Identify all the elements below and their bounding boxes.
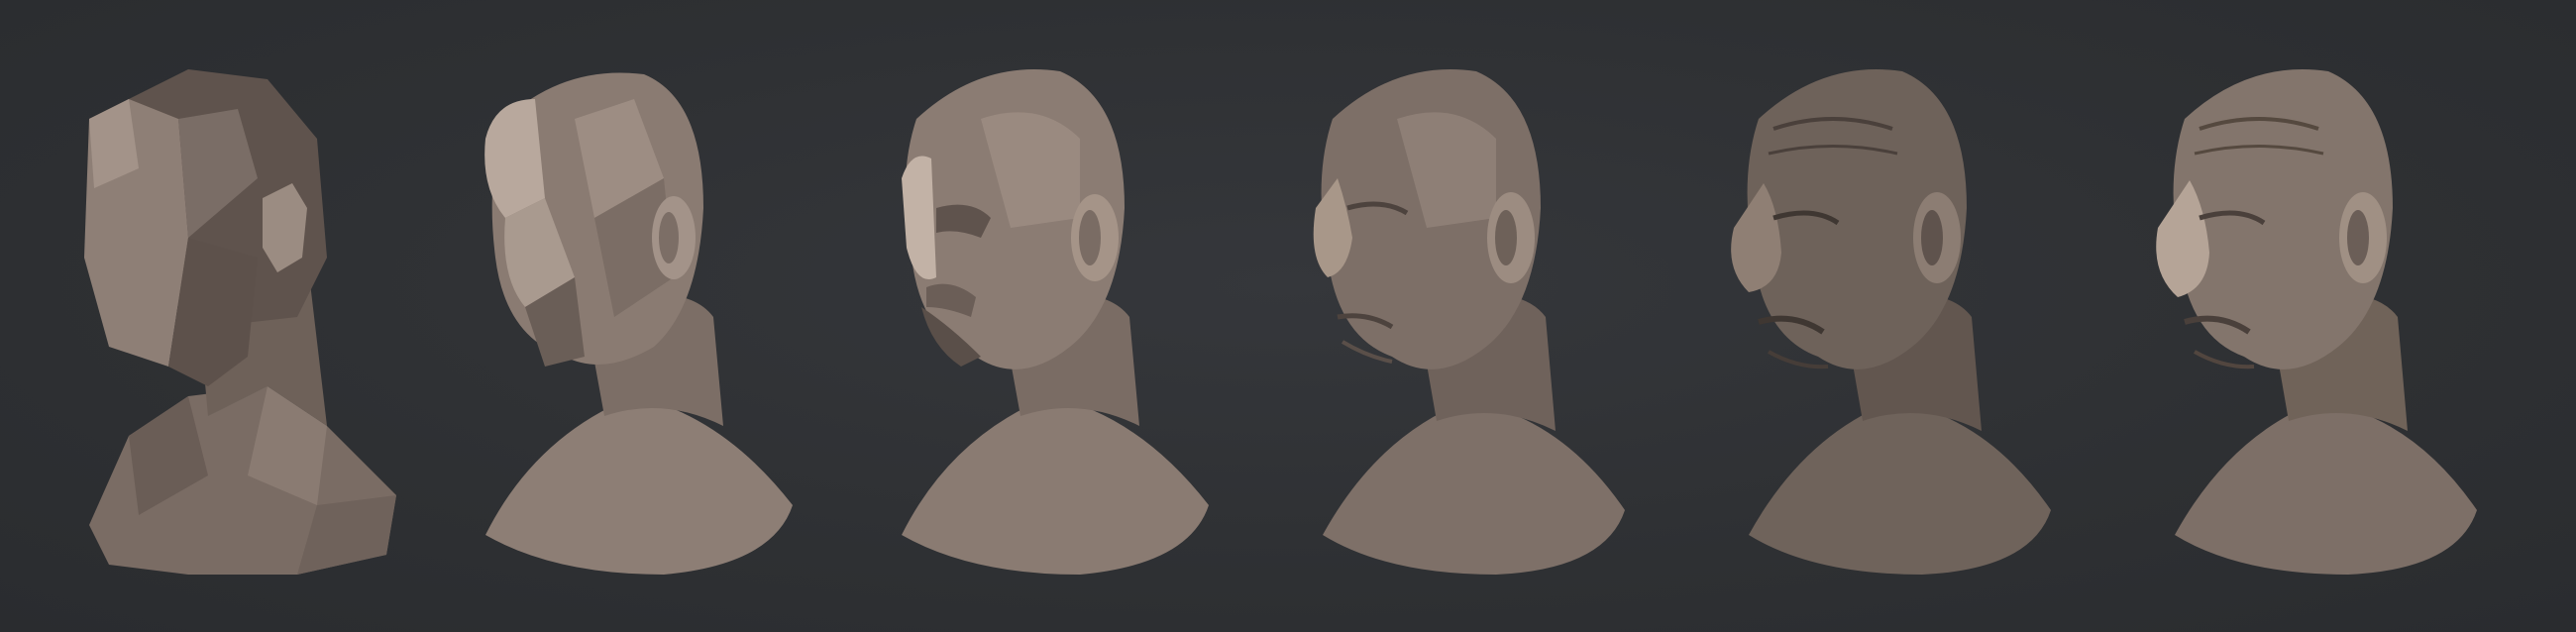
bust-stage-2 (466, 59, 803, 594)
bust-stage-3-shape (902, 69, 1209, 575)
bust-stage-6 (2150, 59, 2487, 594)
bust-stage-3 (882, 59, 1219, 594)
bust-stage-1-shape (84, 69, 396, 575)
bust-stage-4 (1298, 59, 1635, 594)
bust-stage-2-shape (484, 72, 793, 575)
bust-stage-5 (1724, 59, 2061, 594)
bust-stage-1 (69, 59, 406, 594)
render-viewport (0, 0, 2576, 632)
bust-stage-5-shape (1731, 69, 2051, 575)
bust-stage-4-shape (1313, 69, 1625, 575)
bust-stage-6-shape (2156, 69, 2477, 575)
